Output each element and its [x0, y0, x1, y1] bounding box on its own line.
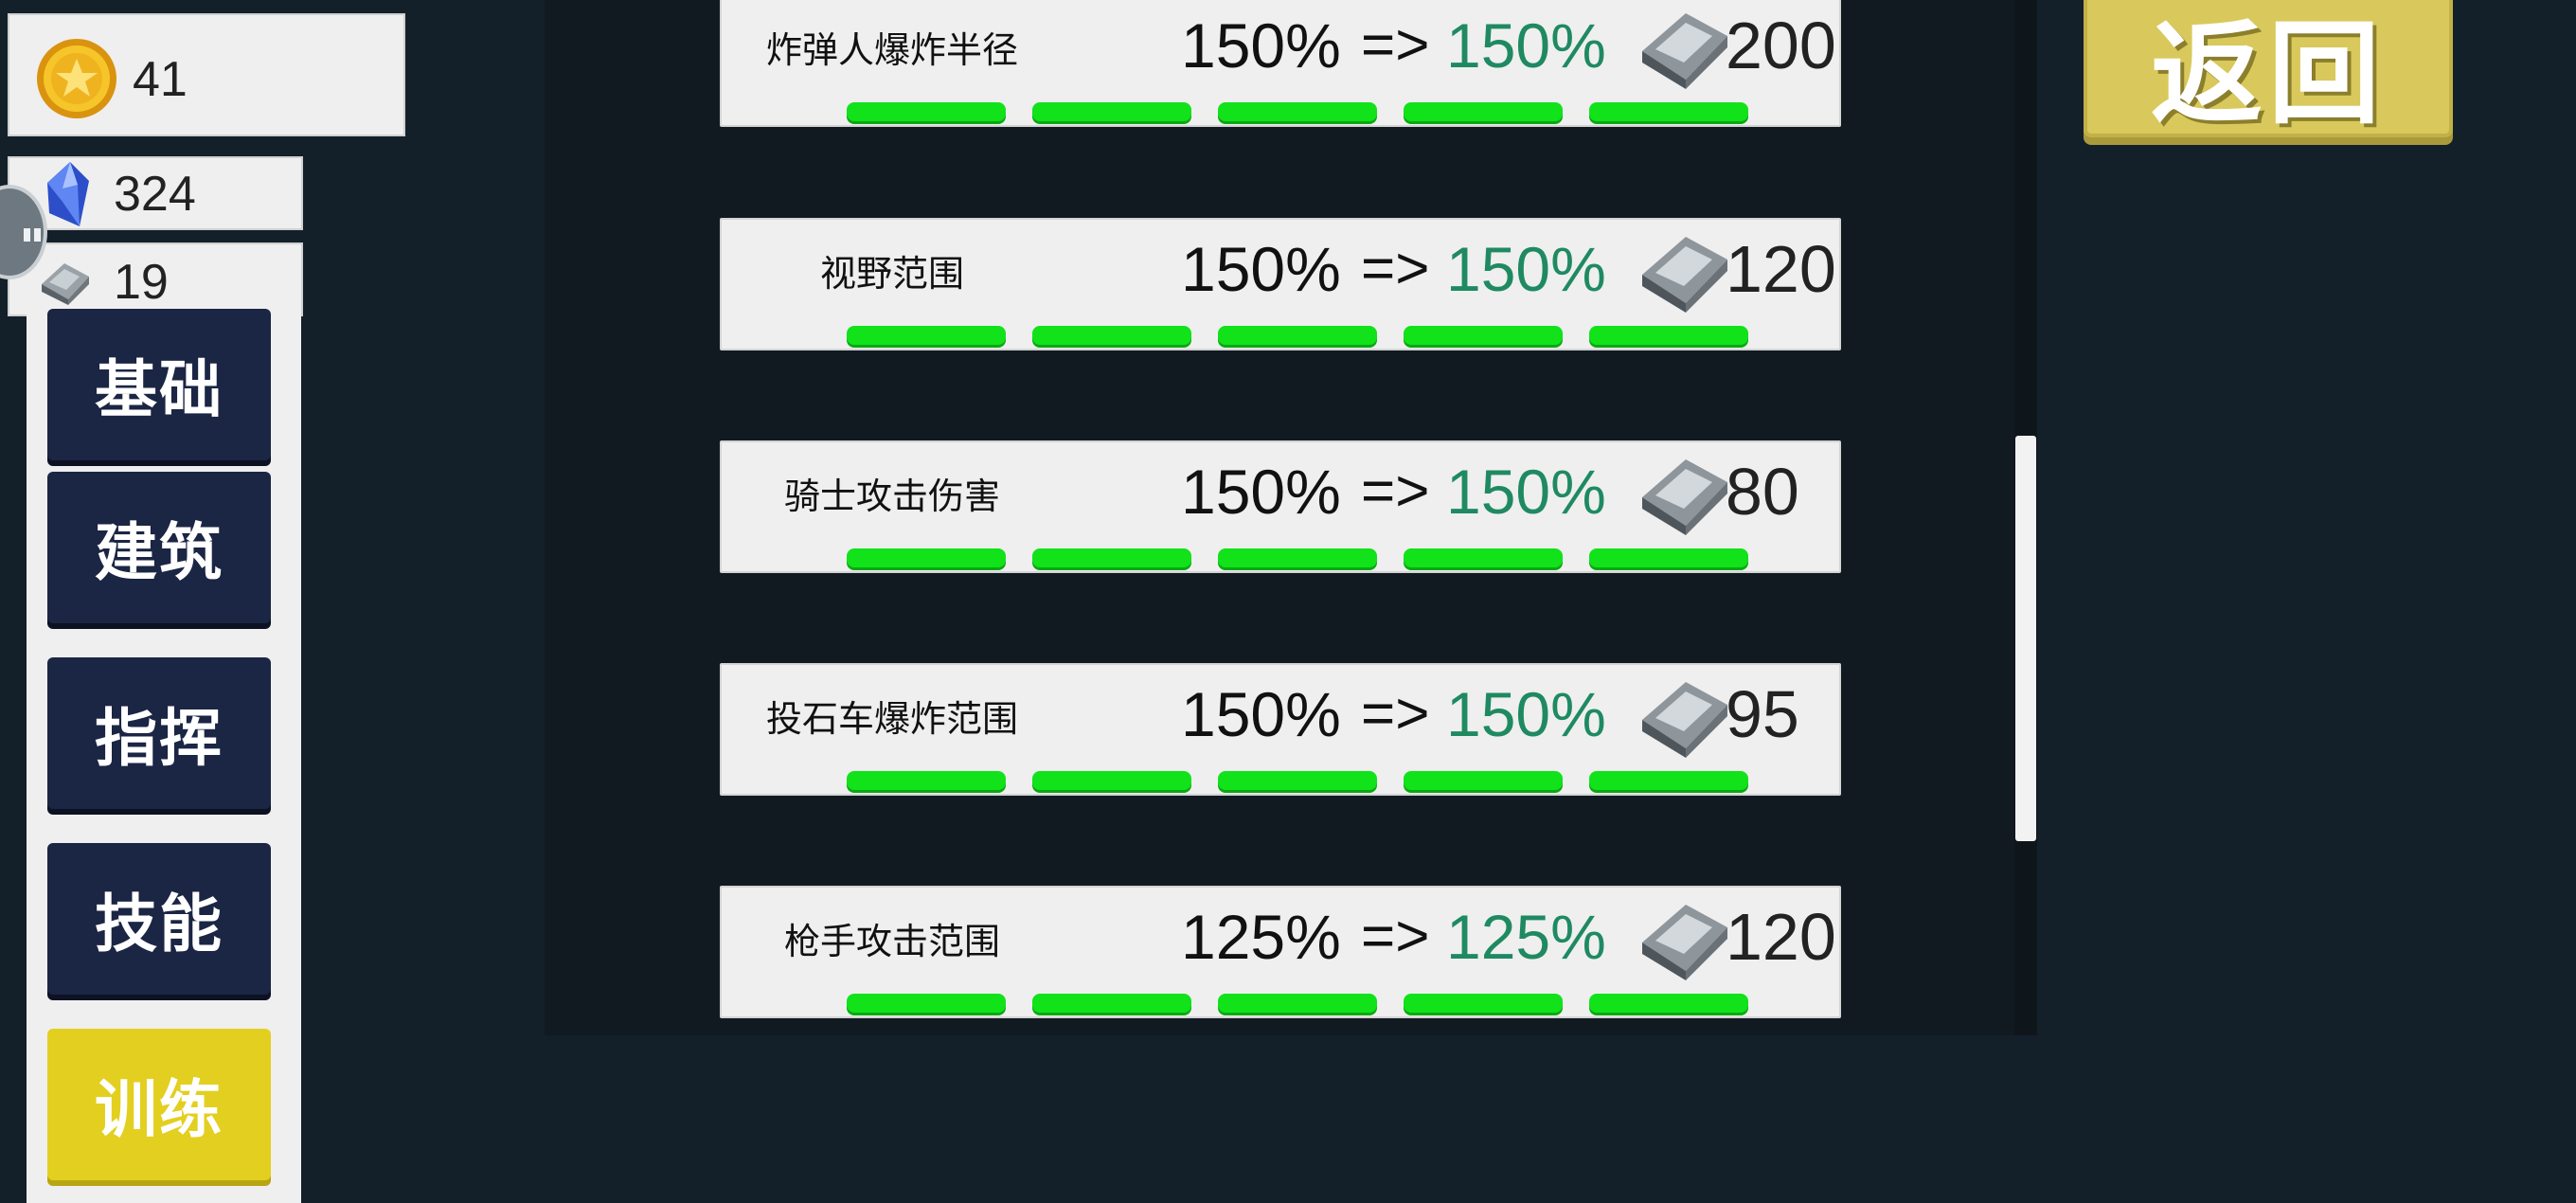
level-bars: [847, 994, 1748, 1013]
arrow-text: =>: [1361, 904, 1430, 969]
upgrade-name: 炸弹人爆炸半径: [765, 29, 1018, 71]
level-bar: [1032, 994, 1191, 1013]
iron-ingot-icon: [36, 256, 93, 311]
upgrade-cost: 200: [1726, 9, 1836, 82]
level-bar: [1589, 994, 1748, 1013]
level-bars: [847, 326, 1748, 345]
iron-counter: 19: [8, 242, 303, 316]
level-bar: [1404, 548, 1563, 567]
upgrade-name: 枪手攻击范围: [783, 921, 1000, 962]
back-button[interactable]: 返回: [2084, 0, 2453, 139]
upgrade-name: 视野范围: [819, 253, 964, 295]
level-bar: [1404, 994, 1563, 1013]
level-bar: [1404, 102, 1563, 121]
level-bars: [847, 102, 1748, 121]
arrow-text: =>: [1361, 681, 1430, 746]
arrow-text: =>: [1361, 12, 1430, 78]
current-value: 150%: [1181, 679, 1341, 749]
next-value: 150%: [1446, 457, 1606, 527]
arrow-text: =>: [1361, 458, 1430, 524]
blue-gem-icon: [42, 160, 95, 234]
upgrade-name: 骑士攻击伤害: [783, 476, 1000, 517]
level-bar: [847, 994, 1006, 1013]
arrow-text: =>: [1361, 236, 1430, 301]
tab-skill[interactable]: 技能: [47, 843, 271, 995]
level-bar: [1218, 326, 1377, 345]
current-value: 150%: [1181, 10, 1341, 81]
level-bars: [847, 771, 1748, 790]
level-bar: [1032, 326, 1191, 345]
level-bar: [847, 326, 1006, 345]
iron-ingot-icon: [1637, 673, 1731, 763]
level-bar: [1032, 102, 1191, 121]
level-bar: [847, 548, 1006, 567]
upgrade-row-gunner-range[interactable]: 枪手攻击范围 125% => 125% 120: [720, 886, 1841, 1018]
next-value: 125%: [1446, 902, 1606, 972]
level-bar: [1218, 994, 1377, 1013]
iron-ingot-icon: [1637, 4, 1731, 95]
upgrade-row-catapult-radius[interactable]: 投石车爆炸范围 150% => 150% 95: [720, 663, 1841, 796]
level-bar: [1032, 771, 1191, 790]
gold-amount: 41: [133, 52, 188, 107]
next-value: 150%: [1446, 679, 1606, 749]
current-value: 150%: [1181, 234, 1341, 304]
level-bar: [847, 102, 1006, 121]
tab-basic[interactable]: 基础: [47, 309, 271, 460]
level-bar: [847, 771, 1006, 790]
level-bar: [1404, 771, 1563, 790]
gold-coin-icon: [34, 36, 119, 125]
current-value: 150%: [1181, 457, 1341, 527]
level-bar: [1589, 102, 1748, 121]
tab-training[interactable]: 训练: [47, 1029, 271, 1180]
level-bar: [1404, 326, 1563, 345]
upgrade-cost: 95: [1726, 677, 1799, 751]
category-panel: 基础 建筑 指挥 技能 训练: [27, 309, 301, 1203]
iron-ingot-icon: [1637, 895, 1731, 986]
tab-command[interactable]: 指挥: [47, 657, 271, 809]
next-value: 150%: [1446, 234, 1606, 304]
level-bar: [1589, 771, 1748, 790]
level-bar: [1032, 548, 1191, 567]
iron-ingot-icon: [1637, 450, 1731, 541]
pause-icon: [24, 228, 30, 242]
tab-building[interactable]: 建筑: [47, 472, 271, 623]
upgrade-row-vision-range[interactable]: 视野范围 150% => 150% 120: [720, 218, 1841, 350]
scrollbar-thumb[interactable]: [2015, 436, 2036, 841]
upgrade-cost: 120: [1726, 232, 1836, 306]
level-bar: [1218, 102, 1377, 121]
iron-ingot-icon: [1637, 227, 1731, 318]
level-bar: [1589, 326, 1748, 345]
upgrade-cost: 120: [1726, 900, 1836, 974]
level-bar: [1218, 548, 1377, 567]
gem-amount: 324: [114, 167, 196, 222]
current-value: 125%: [1181, 902, 1341, 972]
upgrade-cost: 80: [1726, 455, 1799, 529]
upgrade-row-bomber-radius[interactable]: 炸弹人爆炸半径 150% => 150% 200: [720, 0, 1841, 127]
gold-counter: 41: [8, 13, 405, 136]
level-bar: [1589, 548, 1748, 567]
next-value: 150%: [1446, 10, 1606, 81]
upgrade-row-knight-damage[interactable]: 骑士攻击伤害 150% => 150% 80: [720, 440, 1841, 573]
gem-counter: 324: [8, 156, 303, 230]
level-bar: [1218, 771, 1377, 790]
iron-amount: 19: [114, 255, 169, 310]
level-bars: [847, 548, 1748, 567]
upgrade-name: 投石车爆炸范围: [765, 698, 1018, 740]
